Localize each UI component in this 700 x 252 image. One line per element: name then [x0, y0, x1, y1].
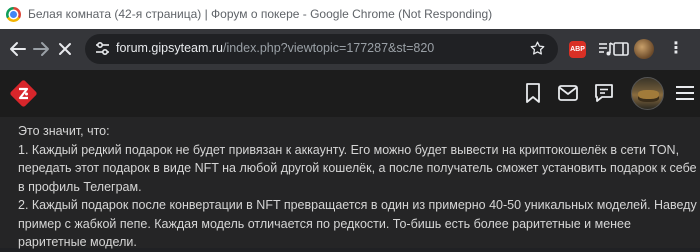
browser-toolbar: forum.gipsyteam.ru/index.php?viewtopic=1… [0, 29, 700, 70]
back-arrow-icon[interactable] [6, 37, 30, 61]
chrome-logo-icon [6, 7, 21, 22]
url-text[interactable]: forum.gipsyteam.ru/index.php?viewtopic=1… [116, 41, 434, 55]
post-line: в профиль Телеграм. [18, 179, 142, 194]
mail-icon[interactable] [556, 81, 580, 105]
bookmark-star-icon[interactable] [529, 40, 546, 57]
window-title: Белая комната (42-я страница) | Форум о … [28, 7, 493, 21]
site-logo-icon[interactable] [9, 79, 38, 108]
stop-loading-icon[interactable] [53, 37, 77, 61]
post-line: 1. Каждый редкий подарок не будет привяз… [18, 142, 680, 157]
adblock-plus-icon[interactable]: ABP [569, 41, 586, 58]
post-line: 2. Каждый подарок после конвертации в NF… [18, 198, 697, 212]
bookmark-icon[interactable] [521, 81, 545, 105]
post-body: Это значит, что: 1. Каждый редкий подаро… [18, 122, 697, 252]
hamburger-menu-icon[interactable] [673, 81, 697, 105]
more-menu-icon[interactable]: ⋮ [668, 39, 684, 59]
address-bar[interactable]: forum.gipsyteam.ru/index.php?viewtopic=1… [85, 34, 558, 64]
url-host: forum.gipsyteam.ru [116, 41, 223, 55]
profile-icon[interactable] [634, 39, 654, 59]
post-line: передать этот подарок в виде NFT на любо… [18, 161, 697, 175]
post-line: пример с жабкой пепе. Каждая модель отли… [18, 216, 631, 231]
avatar[interactable] [631, 77, 664, 110]
post-line: Это значит, что: [18, 124, 110, 138]
forward-arrow-icon[interactable] [29, 37, 53, 61]
site-header [0, 70, 700, 117]
post-content: Это значит, что: 1. Каждый редкий подаро… [0, 117, 700, 249]
site-info-icon[interactable] [94, 41, 111, 57]
side-panel-icon[interactable] [612, 40, 630, 58]
chat-icon[interactable] [592, 81, 616, 105]
window-titlebar: Белая комната (42-я страница) | Форум о … [0, 0, 700, 29]
post-line: раритетные модели. [18, 235, 137, 249]
url-path: /index.php?viewtopic=177287&st=820 [222, 41, 435, 55]
